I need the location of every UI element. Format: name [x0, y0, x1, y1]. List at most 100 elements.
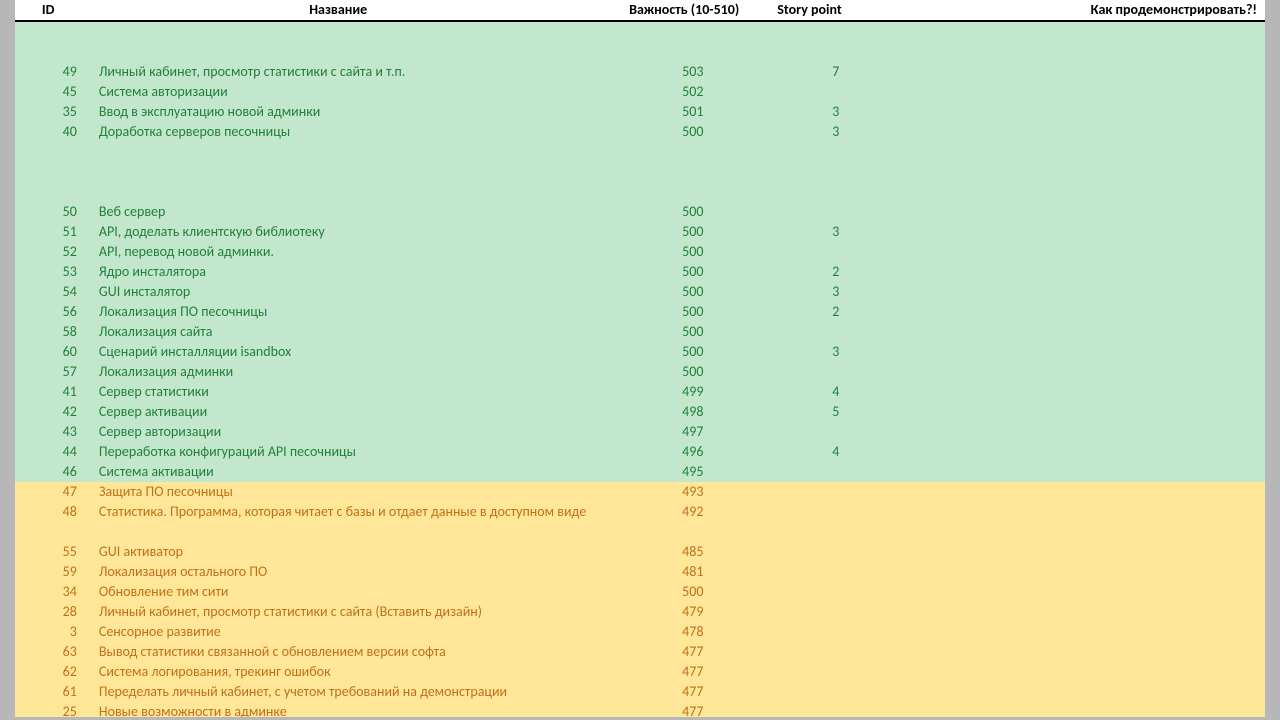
cell-importance: 495: [604, 462, 781, 482]
cell-name: Доработка серверов песочницы: [95, 122, 605, 142]
cell-story-point: [781, 662, 890, 682]
cell-importance: 492: [604, 502, 781, 542]
cell-id: 44: [15, 442, 95, 462]
table-row: 41Сервер статистики4994: [15, 382, 1265, 402]
cell-importance: 500: [604, 342, 781, 362]
table-row: 3Сенсорное развитие478: [15, 622, 1265, 642]
cell-id: 56: [15, 302, 95, 322]
cell-story-point: [781, 642, 890, 662]
cell-name: GUI инсталятор: [95, 282, 605, 302]
cell-story-point: 2: [781, 302, 890, 322]
cell-id: 63: [15, 642, 95, 662]
cell-story-point: 3: [781, 122, 890, 142]
table-row: 53Ядро инсталятора5002: [15, 262, 1265, 282]
cell-name: Локализация остального ПО: [95, 562, 605, 582]
cell-demo: [891, 662, 1266, 682]
cell-demo: [891, 242, 1266, 262]
table-row: 47Защита ПО песочницы493: [15, 482, 1265, 502]
cell-importance: 497: [604, 422, 781, 442]
cell-demo: [891, 82, 1266, 102]
table-row: 49Личный кабинет, просмотр статистики с …: [15, 62, 1265, 82]
cell-name: Веб сервер: [95, 202, 605, 222]
cell-name: Вывод статистики связанной с обновлением…: [95, 642, 605, 662]
table-row: 44Переработка конфигураций API песочницы…: [15, 442, 1265, 462]
header-name: Название: [81, 0, 595, 20]
cell-importance: 481: [604, 562, 781, 582]
cell-id: 41: [15, 382, 95, 402]
cell-id: 43: [15, 422, 95, 442]
header-id: ID: [15, 0, 81, 20]
table-row: 40Доработка серверов песочницы5003: [15, 122, 1265, 142]
spreadsheet: ID Название Важность (10-510) Story poin…: [15, 0, 1265, 720]
table-row: 58Локализация сайта500: [15, 322, 1265, 342]
table-body: 49Личный кабинет, просмотр статистики с …: [15, 22, 1265, 720]
table-row: 42Сервер активации4985: [15, 402, 1265, 422]
cell-id: 51: [15, 222, 95, 242]
cell-story-point: 3: [781, 342, 890, 362]
cell-demo: [891, 262, 1266, 282]
table-row: 35Ввод в эксплуатацию новой админки5013: [15, 102, 1265, 122]
cell-demo: [891, 622, 1266, 642]
cell-importance: 500: [604, 582, 781, 602]
header-story-point: Story point: [773, 0, 883, 20]
cell-importance: 500: [604, 262, 781, 282]
spacer-row: [15, 42, 1265, 62]
cell-story-point: [781, 602, 890, 622]
cell-story-point: [781, 322, 890, 342]
cell-name: Личный кабинет, просмотр статистики с са…: [95, 62, 605, 82]
cell-name: Локализация админки: [95, 362, 605, 382]
cell-id: 53: [15, 262, 95, 282]
cell-name: Сервер активации: [95, 402, 605, 422]
cell-id: 55: [15, 542, 95, 562]
cell-story-point: [781, 542, 890, 562]
table-row: 62Система логирования, трекинг ошибок477: [15, 662, 1265, 682]
cell-story-point: 3: [781, 282, 890, 302]
cell-importance: 500: [604, 322, 781, 342]
cell-importance: 478: [604, 622, 781, 642]
table-row: 51API, доделать клиентскую библиотеку500…: [15, 222, 1265, 242]
cell-id: 59: [15, 562, 95, 582]
cell-story-point: 5: [781, 402, 890, 422]
cell-demo: [891, 562, 1266, 582]
cell-story-point: [781, 562, 890, 582]
cell-demo: [891, 542, 1266, 562]
cell-importance: 498: [604, 402, 781, 422]
cell-demo: [891, 222, 1266, 242]
cell-story-point: [781, 582, 890, 602]
cell-id: 34: [15, 582, 95, 602]
cell-story-point: 7: [781, 62, 890, 82]
cell-demo: [891, 202, 1266, 222]
cell-importance: 500: [604, 302, 781, 322]
cell-name: Переработка конфигураций API песочницы: [95, 442, 605, 462]
cell-demo: [891, 582, 1266, 602]
table-row: 45Система авторизации502: [15, 82, 1265, 102]
cell-story-point: 4: [781, 382, 890, 402]
cell-importance: 500: [604, 202, 781, 222]
cell-name: Личный кабинет, просмотр статистики с са…: [95, 602, 605, 622]
cell-story-point: [781, 502, 890, 542]
cell-story-point: [781, 682, 890, 702]
table-row: 46Система активации495: [15, 462, 1265, 482]
cell-demo: [891, 422, 1266, 442]
cell-name: Локализация сайта: [95, 322, 605, 342]
cell-demo: [891, 682, 1266, 702]
cell-importance: 493: [604, 482, 781, 502]
cell-id: 61: [15, 682, 95, 702]
spacer-row: [15, 182, 1265, 202]
cell-importance: 477: [604, 662, 781, 682]
cell-importance: 500: [604, 122, 781, 142]
cell-demo: [891, 102, 1266, 122]
cell-id: 49: [15, 62, 95, 82]
cell-id: 62: [15, 662, 95, 682]
table-row: 28Личный кабинет, просмотр статистики с …: [15, 602, 1265, 622]
table-row: 60Сценарий инсталляции isandbox5003: [15, 342, 1265, 362]
cell-id: 60: [15, 342, 95, 362]
cell-story-point: [781, 462, 890, 482]
cell-id: 45: [15, 82, 95, 102]
cell-importance: 503: [604, 62, 781, 82]
cell-name: Сценарий инсталляции isandbox: [95, 342, 605, 362]
cell-name: Система авторизации: [95, 82, 605, 102]
cell-id: 3: [15, 622, 95, 642]
cell-importance: 502: [604, 82, 781, 102]
cell-id: 52: [15, 242, 95, 262]
